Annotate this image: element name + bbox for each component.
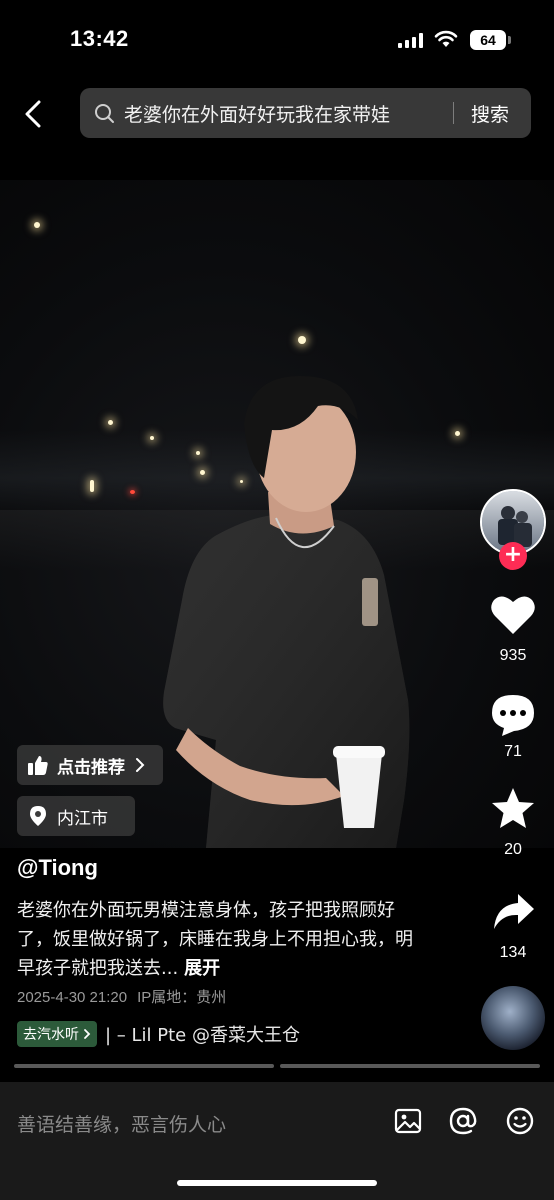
search-query[interactable]: 老婆你在外面好好玩我在家带娃	[124, 100, 390, 127]
search-divider	[453, 102, 454, 124]
post-description: 老婆你在外面玩男模注意身体，孩子把我照顾好了，饭里做好锅了，床睡在我身上不用担心…	[17, 896, 417, 983]
status-time: 13:42	[70, 26, 129, 51]
recommend-label: 点击推荐	[57, 757, 125, 778]
progress-bar-segment[interactable]	[280, 1064, 540, 1068]
image-icon[interactable]	[393, 1106, 423, 1136]
chevron-right-icon	[84, 1029, 91, 1039]
recommend-button[interactable]: 点击推荐	[17, 745, 163, 785]
emoji-icon[interactable]	[505, 1106, 535, 1136]
follow-button[interactable]: +	[499, 542, 527, 570]
progress-bar-segment[interactable]	[14, 1064, 274, 1068]
search-bar[interactable]: 老婆你在外面好好玩我在家带娃 搜索	[80, 88, 531, 138]
location-label: 内江市	[57, 808, 108, 829]
music-disc-icon[interactable]	[481, 986, 545, 1050]
chevron-right-icon	[136, 758, 145, 772]
favorite-count: 20	[504, 841, 522, 858]
share-icon[interactable]	[492, 892, 536, 932]
expand-button[interactable]: 展开	[184, 958, 220, 979]
search-button[interactable]: 搜索	[471, 100, 509, 127]
heart-icon[interactable]	[490, 594, 536, 636]
home-indicator[interactable]	[177, 1180, 377, 1186]
search-icon	[95, 104, 114, 123]
back-arrow-icon[interactable]	[18, 96, 50, 132]
comment-count: 71	[504, 743, 522, 760]
music-row[interactable]: 去汽水听 | – Lil Pte @香菜大王仓	[17, 1020, 347, 1048]
location-pin-icon	[30, 806, 46, 826]
share-count: 134	[499, 944, 527, 961]
music-tag-label: 去汽水听	[23, 1027, 79, 1043]
music-track-text: | – Lil Pte @香菜大王仓	[105, 1025, 300, 1046]
location-button[interactable]: 内江市	[17, 796, 135, 836]
thumbs-up-icon	[28, 756, 48, 775]
post-date: 2025-4-30 21:20	[17, 989, 128, 1006]
wifi-icon	[434, 30, 458, 47]
battery-icon: 64	[470, 30, 506, 50]
post-meta: 2025-4-30 21:20 IP属地：贵州	[17, 986, 226, 1007]
cellular-signal-icon	[398, 32, 423, 48]
comment-icon[interactable]	[490, 693, 536, 737]
music-app-tag[interactable]: 去汽水听	[17, 1021, 97, 1047]
status-bar: 13:42 64	[0, 0, 554, 80]
battery-tip	[508, 36, 511, 44]
comment-input[interactable]: 善语结善缘，恶言伤人心	[17, 1110, 226, 1137]
mention-icon[interactable]	[448, 1106, 478, 1136]
like-count: 935	[499, 647, 527, 664]
author-name[interactable]: @Tiong	[17, 855, 98, 881]
star-icon[interactable]	[490, 786, 536, 832]
ip-location: IP属地：贵州	[137, 989, 227, 1006]
